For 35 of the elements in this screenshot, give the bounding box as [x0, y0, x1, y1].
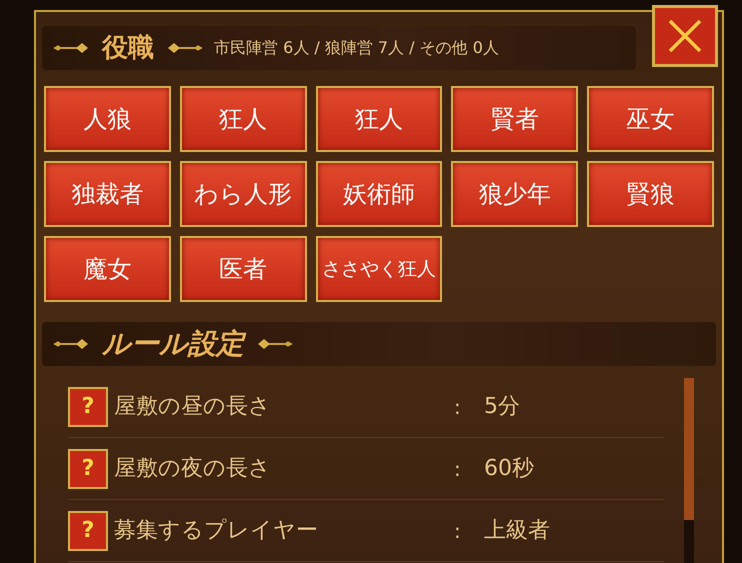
ornament-icon	[256, 338, 292, 350]
rule-value: 上級者	[484, 517, 550, 545]
role-button[interactable]: 妖術師	[316, 161, 442, 227]
rule-label: 屋敷の昼の長さ	[114, 393, 272, 421]
role-button[interactable]: 賢者	[451, 86, 578, 152]
rule-value: 60秒	[484, 455, 534, 483]
role-button[interactable]: 巫女	[587, 86, 714, 152]
role-button[interactable]: わら人形	[180, 161, 307, 227]
rule-label: 屋敷の夜の長さ	[114, 455, 272, 483]
ornament-icon	[54, 42, 90, 54]
help-button[interactable]: ?	[68, 448, 108, 488]
close-icon	[667, 18, 703, 54]
rule-separator: :	[454, 456, 462, 482]
role-button[interactable]: 魔女	[44, 236, 171, 302]
role-button[interactable]: 狂人	[180, 86, 307, 152]
rule-separator: :	[454, 394, 462, 420]
help-button[interactable]: ?	[68, 386, 108, 426]
help-button[interactable]: ?	[68, 510, 108, 550]
role-button[interactable]: 独裁者	[44, 161, 171, 227]
role-button[interactable]: 人狼	[44, 86, 171, 152]
rule-label: 募集するプレイヤー	[114, 517, 319, 545]
section-title: ルール設定	[102, 323, 244, 365]
role-button[interactable]: 賢狼	[587, 161, 714, 227]
rule-separator: :	[454, 518, 462, 544]
role-button[interactable]: 医者	[180, 236, 307, 302]
ornament-icon	[54, 338, 90, 350]
ornament-icon	[166, 42, 202, 54]
scrollbar-thumb[interactable]	[684, 378, 694, 520]
team-count-summary: 市民陣営 6人 / 狼陣営 7人 / その他 0人	[214, 37, 499, 59]
role-button[interactable]: 狂人	[316, 86, 442, 152]
role-button[interactable]: ささやく狂人	[316, 236, 442, 302]
close-button[interactable]	[652, 5, 718, 67]
section-title: 役職	[102, 32, 154, 64]
role-button[interactable]: 狼少年	[451, 161, 578, 227]
rule-value: 5分	[484, 393, 520, 421]
